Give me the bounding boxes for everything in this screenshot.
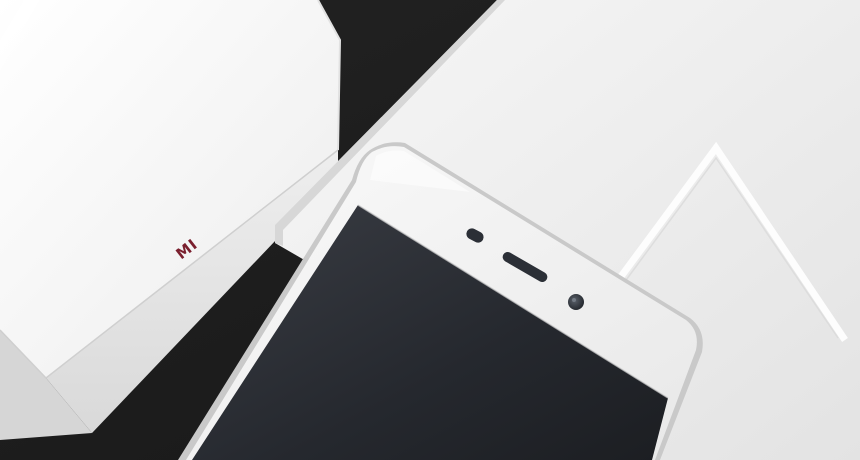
product-photo: MI: [0, 0, 860, 460]
photo-canvas: MI: [0, 0, 860, 460]
front-camera-icon: [568, 294, 584, 310]
